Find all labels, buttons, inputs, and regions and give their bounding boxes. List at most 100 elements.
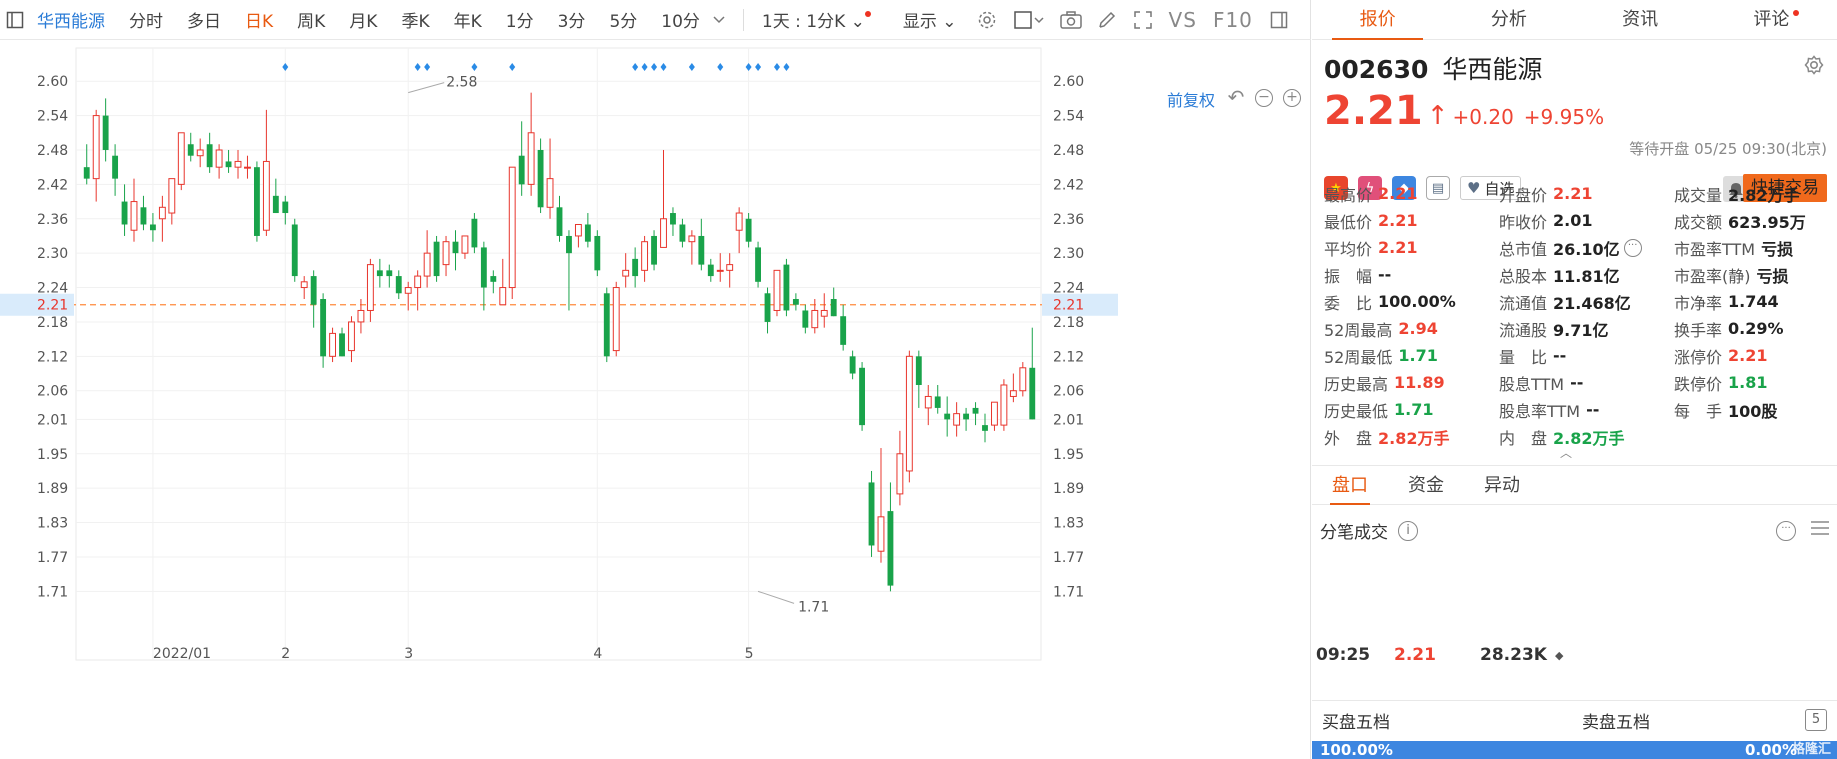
chevron-down-icon[interactable] — [708, 9, 730, 31]
fullscreen-icon[interactable] — [1132, 9, 1154, 31]
candle-body — [688, 235, 696, 243]
annotation-leader — [408, 82, 445, 94]
stat-cell: 振 幅 -- — [1324, 263, 1499, 287]
stat-value: 2.82万手 — [1728, 185, 1800, 205]
stat-label: 52周最高 — [1324, 320, 1393, 340]
period-tab[interactable]: 10分 — [649, 7, 712, 32]
stats-row: 最高价 2.21 开盘价 2.21 成交量 2.82万手 — [1324, 180, 1824, 207]
tab-label: 分析 — [1490, 9, 1527, 30]
event-marker-icon — [773, 63, 780, 71]
multi-period-selector[interactable]: 1天 : 1分K ⌄ — [750, 7, 873, 32]
annotation-label: 1.71 — [798, 599, 829, 615]
candle-body — [707, 264, 714, 277]
undo-icon[interactable]: ↶ — [1227, 87, 1245, 107]
period-tab[interactable]: 日K — [233, 7, 285, 32]
period-tab[interactable]: 年K — [442, 7, 494, 32]
collapse-caret-icon[interactable]: ︿ — [1560, 444, 1572, 461]
panel-toggle-icon[interactable] — [1268, 9, 1290, 31]
period-tab[interactable]: 季K — [389, 7, 441, 32]
zoom-out-icon[interactable]: − — [1255, 89, 1273, 107]
kline-chart-area[interactable]: 2.60 2.60 2.54 2.54 2.48 2.48 2.42 2.42 2.36 2.36… — [0, 40, 1311, 759]
stock-name-link[interactable]: 华西能源 — [33, 7, 117, 32]
sidebar-toggle-icon[interactable] — [4, 9, 26, 31]
candle-body — [660, 218, 667, 248]
settings-icon[interactable] — [976, 9, 998, 31]
stat-value: -- — [1570, 373, 1584, 392]
candle-body — [215, 149, 223, 168]
candle-body — [480, 247, 487, 288]
stat-value: 2.94 — [1398, 319, 1438, 338]
kline-chart[interactable]: 2.60 2.60 2.54 2.54 2.48 2.48 2.42 2.42 2.36 2.36… — [0, 40, 1311, 759]
candle-body — [404, 287, 412, 294]
period-tab[interactable]: 分时 — [117, 7, 175, 32]
stat-value: 11.89 — [1394, 373, 1445, 392]
adjust-mode-button[interactable]: 前复权 — [1167, 87, 1215, 111]
event-marker-icon — [688, 63, 695, 71]
candle-body — [518, 155, 525, 185]
candle-body — [679, 224, 686, 242]
current-price-label: 2.21 — [37, 298, 68, 314]
candle-body — [168, 178, 176, 214]
candle-body — [130, 201, 138, 231]
list-icon[interactable] — [1810, 519, 1830, 542]
order-tabs: 盘口 资金 异动 — [1312, 465, 1837, 505]
candle-body — [840, 316, 847, 345]
stat-value: 2.21 — [1378, 184, 1418, 203]
f10-button[interactable]: F10 — [1205, 8, 1261, 32]
stat-cell: 52周最低 1.71 — [1324, 344, 1499, 368]
tab-unusual[interactable]: 异动 — [1464, 466, 1540, 504]
stat-cell: 平均价 2.21 — [1324, 236, 1499, 260]
candle-body — [225, 161, 232, 168]
display-menu[interactable]: 显示 ⌄ — [891, 7, 969, 32]
stat-cell: 流通股 9.71亿 — [1499, 317, 1674, 341]
tab-comments[interactable]: 评论 — [1706, 0, 1837, 39]
y-tick-label: 1.77 — [1053, 550, 1084, 566]
y-tick-label: 2.30 — [37, 246, 68, 262]
stat-value: -- — [1378, 265, 1392, 284]
period-tab[interactable]: 多日 — [175, 7, 233, 32]
period-tab[interactable]: 1分 — [494, 7, 546, 32]
stat-cell: 市盈率TTM 亏损 — [1674, 236, 1824, 260]
candle-body — [291, 224, 298, 277]
period-tab[interactable]: 周K — [285, 7, 337, 32]
period-tab[interactable]: 月K — [337, 7, 389, 32]
quote-header: 002630 华西能源 2.21 ↑ +0.20 +9.95% 等待开盘 05/… — [1312, 40, 1837, 202]
price-change: +0.20 — [1452, 105, 1514, 129]
gear-icon[interactable] — [1803, 54, 1825, 76]
tab-orderbook[interactable]: 盘口 — [1312, 466, 1388, 505]
candle-body — [783, 264, 790, 311]
camera-icon[interactable] — [1059, 9, 1082, 31]
vs-compare-button[interactable]: VS — [1161, 8, 1205, 32]
pencil-icon[interactable] — [1096, 9, 1118, 31]
zoom-in-icon[interactable]: + — [1283, 89, 1301, 107]
stats-row: 振 幅 -- 总股本 11.81亿 市盈率(静) 亏损 — [1324, 261, 1824, 288]
candle-body — [386, 270, 393, 277]
stat-label: 流通值 — [1499, 293, 1548, 313]
x-tick-label: 3 — [404, 646, 413, 662]
candle-body — [896, 453, 904, 495]
more-icon[interactable]: ··· — [1776, 520, 1796, 541]
info-icon[interactable]: i — [1398, 520, 1418, 541]
tab-news[interactable]: 资讯 — [1575, 0, 1706, 39]
y-tick-label: 2.30 — [1053, 246, 1084, 262]
period-tab[interactable]: 3分 — [546, 7, 598, 32]
candle-body — [196, 149, 204, 157]
stat-value: 11.81亿 — [1553, 266, 1620, 286]
period-tab[interactable]: 5分 — [597, 7, 649, 32]
stat-value: 0.29% — [1728, 319, 1784, 338]
candle-body — [849, 356, 856, 374]
levels-toggle-button[interactable]: 5 — [1805, 709, 1827, 731]
tab-quote[interactable]: 报价 — [1312, 0, 1443, 40]
y-tick-label: 1.89 — [37, 481, 68, 497]
tick-row: 09:25 2.21 28.23K ◆ — [1316, 645, 1563, 665]
color-box-icon[interactable] — [1012, 9, 1046, 31]
price-row: 2.21 ↑ +0.20 +9.95% — [1324, 88, 1825, 134]
more-icon[interactable]: ··· — [1623, 238, 1642, 257]
tab-fund-flow[interactable]: 资金 — [1388, 466, 1464, 504]
tab-analysis[interactable]: 分析 — [1443, 0, 1574, 39]
y-tick-label: 2.06 — [37, 384, 68, 400]
stat-cell: 成交额 623.95万 — [1674, 209, 1824, 233]
notification-dot — [864, 11, 871, 17]
candle-body — [452, 241, 459, 254]
candle-body — [584, 224, 591, 242]
